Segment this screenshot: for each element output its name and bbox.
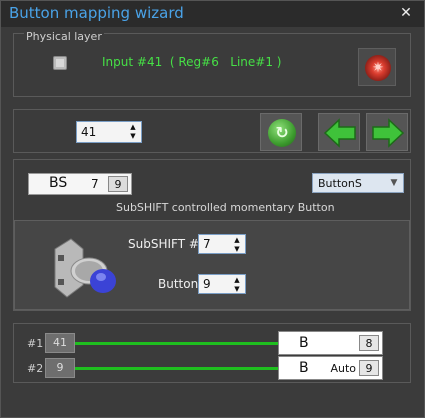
output-input-value: 9 — [45, 358, 75, 378]
button-value: 9 — [203, 277, 211, 291]
mapping-mini-value: 9 — [108, 176, 128, 192]
button-config-panel: SubSHIFT # 7 ▲ ▼ Button 9 ▲ ▼ — [14, 220, 410, 310]
led-button[interactable]: ✷ — [358, 48, 396, 86]
output-auto-label: Auto — [330, 362, 356, 375]
output-row-label: #1 — [27, 337, 44, 350]
navigation-panel: 41 ▲ ▼ ↻ — [13, 109, 411, 153]
spinner-arrows-icon[interactable]: ▲ ▼ — [232, 236, 242, 254]
push-button-image — [54, 238, 116, 298]
output-code: B — [299, 335, 309, 351]
output-input-value: 41 — [45, 333, 75, 353]
button-spinner[interactable]: 9 ▲ ▼ — [198, 274, 246, 294]
output-mini-value: 9 — [359, 360, 379, 376]
output-box[interactable]: B 8 — [278, 331, 383, 355]
previous-button[interactable] — [318, 113, 360, 151]
button-type-value: ButtonS — [318, 177, 362, 190]
input-info-text: Input #41 ( Reg#6 Line#1 ) — [102, 55, 282, 69]
wizard-window: Button mapping wizard ✕ Physical layer I… — [0, 0, 425, 418]
next-button[interactable] — [366, 113, 408, 151]
red-led-icon: ✷ — [365, 55, 391, 81]
subshift-label: SubSHIFT # — [128, 237, 199, 251]
output-box[interactable]: B Auto 9 — [278, 356, 383, 380]
button-type-select[interactable]: ButtonS ▼ — [312, 173, 404, 193]
arrow-right-icon — [372, 118, 405, 148]
mapping-code-box[interactable]: BS 7 9 — [28, 173, 132, 195]
output-mapping-panel: #1 41 B 8 #2 9 B Auto 9 — [13, 323, 411, 383]
physical-layer-checkbox[interactable] — [53, 56, 67, 70]
physical-layer-group: Physical layer Input #41 ( Reg#6 Line#1 … — [13, 30, 411, 97]
mapping-code: BS — [49, 175, 68, 191]
refresh-icon: ↻ — [268, 119, 296, 147]
input-index-value: 41 — [81, 125, 97, 139]
output-row-label: #2 — [27, 362, 44, 375]
mapping-panel: BS 7 9 ButtonS ▼ SubSHIFT controlled mom… — [13, 159, 411, 311]
title-bar[interactable]: Button mapping wizard ✕ — [1, 1, 424, 27]
refresh-button[interactable]: ↻ — [260, 113, 302, 151]
window-title: Button mapping wizard — [9, 4, 184, 22]
connection-line — [75, 367, 280, 370]
physical-layer-label: Physical layer — [24, 30, 104, 43]
chevron-down-icon: ▼ — [390, 178, 398, 188]
subshift-spinner[interactable]: 7 ▲ ▼ — [198, 234, 246, 254]
led-burst-icon: ✷ — [372, 60, 384, 76]
subshift-value: 7 — [203, 237, 211, 251]
spinner-arrows-icon[interactable]: ▲ ▼ — [232, 276, 242, 294]
input-index-spinner[interactable]: 41 ▲ ▼ — [76, 121, 142, 143]
output-mini-value: 8 — [359, 335, 379, 351]
close-button[interactable]: ✕ — [394, 3, 418, 23]
arrow-left-icon — [323, 118, 356, 148]
spinner-arrows-icon[interactable]: ▲ ▼ — [128, 123, 138, 141]
button-label: Button — [158, 277, 199, 291]
output-code: B — [299, 360, 309, 376]
mapping-description: SubSHIFT controlled momentary Button — [116, 201, 335, 214]
connection-line — [75, 342, 280, 345]
mapping-number: 7 — [91, 177, 99, 191]
